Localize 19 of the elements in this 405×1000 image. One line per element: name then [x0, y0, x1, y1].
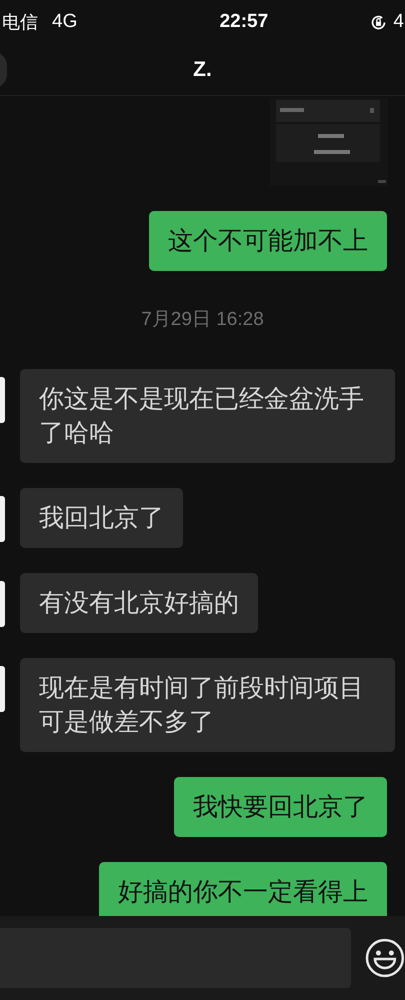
- emoji-icon[interactable]: [365, 938, 405, 978]
- timestamp: 7月29日 16:28: [141, 308, 264, 332]
- message-bubble: 好搞的你不一定看得上: [99, 862, 387, 916]
- chat-title: Z.: [193, 56, 212, 83]
- message-bubble: 我快要回北京了: [174, 777, 387, 837]
- avatar[interactable]: [0, 496, 5, 542]
- message-bubble: 你这是不是现在已经金盆洗手了哈哈: [20, 369, 395, 463]
- clock: 22:57: [220, 10, 268, 34]
- rotation-lock-icon: [370, 14, 388, 30]
- avatar[interactable]: [0, 666, 5, 712]
- message-bubble: 有没有北京好搞的: [20, 573, 258, 633]
- carrier: 电信: [2, 10, 38, 34]
- network-type: 4G: [52, 10, 78, 34]
- message-bubble: 现在是有时间了前段时间项目可是做差不多了: [20, 658, 395, 752]
- avatar[interactable]: [0, 581, 5, 627]
- battery-level: 4: [393, 10, 405, 34]
- avatar[interactable]: [0, 377, 5, 423]
- message-bubble: 这个不可能加不上: [149, 211, 387, 271]
- message-bubble: 我回北京了: [20, 488, 183, 548]
